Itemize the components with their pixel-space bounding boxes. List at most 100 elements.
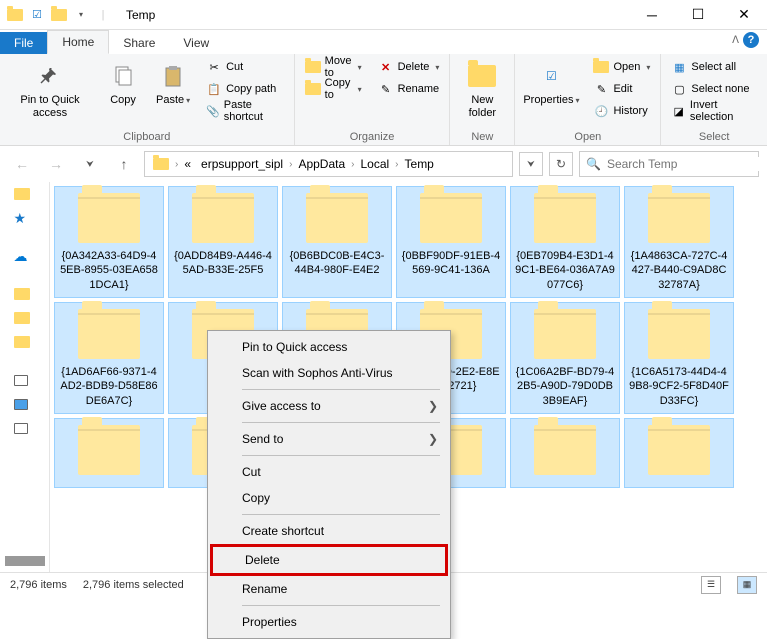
tree-thispc-icon[interactable]	[14, 375, 28, 386]
folder-item[interactable]: {0A342A33-64D9-45EB-8955-03EA6581DCA1}	[54, 186, 164, 298]
qat-properties-icon[interactable]: ☑	[28, 6, 46, 24]
breadcrumb[interactable]: › « erpsupport_sipl › AppData › Local › …	[144, 151, 513, 177]
copy-to-button[interactable]: Copy to▾	[301, 78, 366, 100]
search-icon: 🔍	[586, 157, 601, 171]
folder-label: {1C6A5173-44D4-49B8-9CF2-5F8D40FD33FC}	[629, 365, 729, 407]
folder-item[interactable]	[510, 418, 620, 488]
open-icon	[593, 59, 609, 75]
tree-folder-icon[interactable]	[14, 312, 30, 324]
folder-icon	[534, 193, 596, 243]
breadcrumb-item[interactable]: AppData	[294, 155, 349, 173]
select-all-button[interactable]: ▦Select all	[667, 56, 761, 78]
tree-drive-icon[interactable]	[14, 423, 28, 434]
folder-item[interactable]: {1A4863CA-727C-4427-B440-C9AD8C32787A}	[624, 186, 734, 298]
folder-item[interactable]: {0EB709B4-E3D1-49C1-BE64-036A7A9077C6}	[510, 186, 620, 298]
ribbon-group-organize: Move to▾ Copy to▾ ✕Delete▾ ✎Rename Organ…	[295, 54, 451, 145]
select-none-button[interactable]: ▢Select none	[667, 78, 761, 100]
folder-label: {0EB709B4-E3D1-49C1-BE64-036A7A9077C6}	[515, 249, 615, 291]
ctx-properties[interactable]: Properties	[210, 609, 448, 635]
ctx-send-to[interactable]: Send to❯	[210, 426, 448, 452]
ctx-delete[interactable]: Delete	[210, 544, 448, 576]
folder-label: {1AD6AF66-9371-4AD2-BDB9-D58E86DE6A7C}	[59, 365, 159, 407]
copy-path-button[interactable]: 📋Copy path	[202, 78, 288, 100]
folder-item[interactable]	[54, 418, 164, 488]
open-button[interactable]: Open▾	[589, 56, 654, 78]
search-box[interactable]: 🔍	[579, 151, 759, 177]
folder-icon	[534, 425, 596, 475]
qat-folder-icon[interactable]	[50, 6, 68, 24]
folder-item[interactable]: {1C06A2BF-BD79-42B5-A90D-79D0DB3B9EAF}	[510, 302, 620, 414]
folder-item[interactable]: {0B6BDC0B-E4C3-44B4-980F-E4E2	[282, 186, 392, 298]
tree-folder-icon[interactable]	[14, 288, 30, 300]
cut-button[interactable]: ✂Cut	[202, 56, 288, 78]
folder-icon	[648, 425, 710, 475]
folder-icon	[78, 425, 140, 475]
nav-forward-button[interactable]: →	[42, 150, 70, 178]
properties-icon: ☑	[535, 60, 567, 92]
minimize-button[interactable]: ─	[629, 0, 675, 30]
navigation-pane[interactable]: ★ ☁	[0, 182, 50, 572]
breadcrumb-item[interactable]: erpsupport_sipl	[197, 155, 287, 173]
tree-quickaccess-icon[interactable]: ★	[14, 210, 27, 227]
paste-button[interactable]: Paste▾	[152, 56, 194, 111]
folder-item[interactable]	[624, 418, 734, 488]
new-folder-icon	[466, 60, 498, 92]
folder-item[interactable]: {1AD6AF66-9371-4AD2-BDB9-D58E86DE6A7C}	[54, 302, 164, 414]
tree-onedrive-icon[interactable]: ☁	[14, 248, 28, 265]
delete-button[interactable]: ✕Delete▾	[374, 56, 444, 78]
address-dropdown-button[interactable]: ⮟	[519, 152, 543, 176]
ctx-copy[interactable]: Copy	[210, 485, 448, 511]
invert-selection-button[interactable]: ◪Invert selection	[667, 100, 761, 122]
ctx-rename[interactable]: Rename	[210, 576, 448, 602]
breadcrumb-item[interactable]: Local	[356, 155, 393, 173]
breadcrumb-overflow[interactable]: «	[180, 155, 195, 173]
app-folder-icon	[6, 6, 24, 24]
copy-button[interactable]: Copy	[102, 56, 144, 111]
folder-icon	[78, 193, 140, 243]
help-icon[interactable]: ?	[743, 32, 759, 48]
qat-dropdown-icon[interactable]: ▾	[72, 6, 90, 24]
ctx-pin-quick-access[interactable]: Pin to Quick access	[210, 334, 448, 360]
ctx-scan-antivirus[interactable]: Scan with Sophos Anti-Virus	[210, 360, 448, 386]
collapse-ribbon-icon[interactable]: ᐱ	[732, 35, 739, 46]
view-details-button[interactable]: ☰	[701, 576, 721, 594]
tab-share[interactable]: Share	[109, 32, 169, 54]
nav-up-button[interactable]: ↑	[110, 150, 138, 178]
nav-recent-button[interactable]: ⮟	[76, 150, 104, 178]
folder-icon	[420, 193, 482, 243]
history-button[interactable]: 🕘History	[589, 100, 654, 122]
new-folder-button[interactable]: New folder	[456, 56, 508, 124]
folder-icon	[648, 309, 710, 359]
refresh-button[interactable]: ↻	[549, 152, 573, 176]
folder-icon	[648, 193, 710, 243]
paste-shortcut-button[interactable]: 📎Paste shortcut	[202, 100, 288, 122]
tab-home[interactable]: Home	[47, 30, 109, 54]
breadcrumb-item[interactable]: Temp	[401, 155, 438, 173]
ribbon: Pin to Quick access Copy Paste▾ ✂Cut 📋Co…	[0, 54, 767, 146]
folder-item[interactable]: {0ADD84B9-A446-45AD-B33E-25F5	[168, 186, 278, 298]
rename-button[interactable]: ✎Rename	[374, 78, 444, 100]
properties-button[interactable]: ☑ Properties▾	[521, 56, 581, 111]
search-input[interactable]	[607, 157, 762, 171]
ctx-create-shortcut[interactable]: Create shortcut	[210, 518, 448, 544]
ctx-give-access[interactable]: Give access to❯	[210, 393, 448, 419]
ctx-cut[interactable]: Cut	[210, 459, 448, 485]
edit-button[interactable]: ✎Edit	[589, 78, 654, 100]
view-large-icons-button[interactable]: ▦	[737, 576, 757, 594]
nav-back-button[interactable]: ←	[8, 150, 36, 178]
tab-file[interactable]: File	[0, 32, 47, 54]
tree-drive-icon[interactable]	[14, 399, 28, 410]
paste-shortcut-icon: 📎	[206, 103, 220, 119]
tree-folder-icon[interactable]	[14, 336, 30, 348]
folder-item[interactable]: {1C6A5173-44D4-49B8-9CF2-5F8D40FD33FC}	[624, 302, 734, 414]
tab-view[interactable]: View	[169, 32, 223, 54]
maximize-button[interactable]: ☐	[675, 0, 721, 30]
qat-separator: |	[94, 6, 112, 24]
tree-scrollbar[interactable]	[5, 556, 45, 566]
pin-to-quick-access-button[interactable]: Pin to Quick access	[6, 56, 94, 124]
move-to-button[interactable]: Move to▾	[301, 56, 366, 78]
folder-item[interactable]: {0BBF90DF-91EB-4569-9C41-136A	[396, 186, 506, 298]
delete-icon: ✕	[378, 59, 394, 75]
tree-folder-icon[interactable]	[14, 188, 30, 200]
close-button[interactable]: ✕	[721, 0, 767, 30]
